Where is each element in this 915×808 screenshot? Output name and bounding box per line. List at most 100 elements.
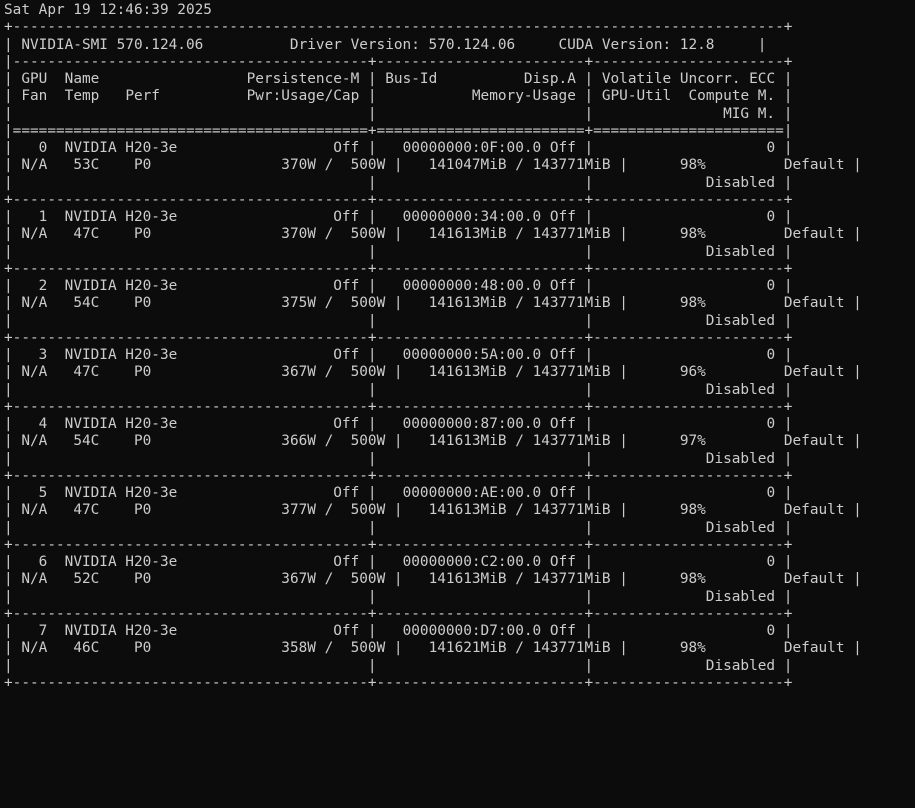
gpu-memory-used: 141613MiB — [428, 364, 507, 381]
gpu-perf: P0 — [133, 433, 152, 450]
gpu-temp: 46C — [73, 640, 100, 657]
table-separator: |---------------------------------------… — [4, 53, 793, 70]
gpu-bus-id: 00000000:34:00.0 — [402, 209, 542, 225]
gpu-disp: Off — [549, 485, 576, 501]
gpu-name: NVIDIA H20-3e — [64, 623, 178, 639]
gpu-mig: Disabled — [705, 588, 776, 605]
gpu-perf: P0 — [133, 157, 152, 174]
gpu-ecc: 0 — [766, 623, 776, 639]
gpu-memory-total: 143771MiB — [532, 364, 611, 381]
gpu-memory-used: 141621MiB — [428, 640, 507, 657]
gpu-index: 4 — [38, 416, 48, 432]
gpu-power-usage: 370W — [281, 226, 316, 243]
gpu-util: 97% — [679, 433, 706, 450]
gpu-compute-mode: Default — [783, 640, 845, 657]
gpu-bus-id: 00000000:D7:00.0 — [402, 623, 542, 639]
col-mig: MIG M. — [723, 105, 776, 122]
gpu-mig: Disabled — [705, 657, 776, 674]
gpu-temp: 53C — [73, 157, 100, 174]
table-border: +---------------------------------------… — [4, 191, 793, 208]
terminal-window[interactable]: Sat Apr 19 12:46:39 2025 +---------------… — [0, 0, 915, 808]
gpu-row: | N/A 54C P0 366W / 500W | 141613MiB / 1… — [4, 433, 862, 450]
gpu-power-usage: 375W — [281, 295, 316, 312]
gpu-mig: Disabled — [705, 519, 776, 536]
gpu-memory-total: 143771MiB — [532, 295, 611, 312]
gpu-fan: N/A — [21, 433, 48, 450]
gpu-name: NVIDIA H20-3e — [64, 209, 178, 225]
gpu-bus-id: 00000000:0F:00.0 — [402, 140, 542, 156]
gpu-power-cap: 500W — [350, 433, 386, 450]
gpu-compute-mode: Default — [783, 226, 845, 243]
gpu-row: | | | Disabled | — [4, 519, 793, 536]
gpu-mig: Disabled — [705, 381, 776, 398]
col-disp: Disp.A — [523, 71, 576, 87]
gpu-power-usage: 366W — [281, 433, 316, 450]
col-compute: Compute M. — [688, 88, 776, 105]
header-line: | NVIDIA-SMI 570.124.06 Driver Version: … — [4, 36, 767, 53]
gpu-mig: Disabled — [705, 243, 776, 260]
gpu-row: | | | Disabled | — [4, 450, 793, 467]
gpu-fan: N/A — [21, 640, 48, 657]
gpu-bus-id: 00000000:5A:00.0 — [402, 347, 542, 363]
gpu-persistence: Off — [333, 140, 360, 156]
gpu-persistence: Off — [333, 554, 360, 570]
gpu-util: 98% — [679, 502, 706, 519]
gpu-row: | N/A 47C P0 370W / 500W | 141613MiB / 1… — [4, 226, 862, 243]
gpu-memory-total: 143771MiB — [532, 502, 611, 519]
table-border: +---------------------------------------… — [4, 467, 793, 484]
gpu-util: 96% — [679, 364, 706, 381]
gpu-row: | | | Disabled | — [4, 174, 793, 191]
gpu-index: 3 — [38, 347, 48, 363]
gpu-memory-used: 141613MiB — [428, 502, 507, 519]
gpu-memory-total: 143771MiB — [532, 433, 611, 450]
gpu-row: | 0 NVIDIA H20-3e Off | 00000000:0F:00.0… — [4, 140, 793, 156]
gpu-fan: N/A — [21, 157, 48, 174]
gpu-compute-mode: Default — [783, 295, 845, 312]
gpu-memory-used: 141613MiB — [428, 226, 507, 243]
gpu-power-cap: 500W — [350, 364, 386, 381]
gpu-index: 0 — [38, 140, 48, 156]
gpu-util: 98% — [679, 295, 706, 312]
gpu-compute-mode: Default — [783, 433, 845, 450]
gpu-memory-total: 143771MiB — [532, 571, 611, 588]
gpu-perf: P0 — [133, 640, 152, 657]
gpu-perf: P0 — [133, 502, 152, 519]
gpu-row: | 2 NVIDIA H20-3e Off | 00000000:48:00.0… — [4, 278, 793, 294]
gpu-row: | N/A 52C P0 367W / 500W | 141613MiB / 1… — [4, 571, 862, 588]
driver-version: Driver Version: 570.124.06 — [289, 36, 516, 53]
gpu-row: | N/A 54C P0 375W / 500W | 141613MiB / 1… — [4, 295, 862, 312]
gpu-mig: Disabled — [705, 174, 776, 191]
gpu-disp: Off — [549, 416, 576, 432]
gpu-name: NVIDIA H20-3e — [64, 347, 178, 363]
gpu-compute-mode: Default — [783, 364, 845, 381]
gpu-memory-total: 143771MiB — [532, 226, 611, 243]
gpu-temp: 47C — [73, 226, 100, 243]
gpu-disp: Off — [549, 140, 576, 156]
gpu-ecc: 0 — [766, 278, 776, 294]
gpu-memory-used: 141613MiB — [428, 433, 507, 450]
gpu-row: | | | Disabled | — [4, 657, 793, 674]
gpu-mig: Disabled — [705, 450, 776, 467]
gpu-ecc: 0 — [766, 209, 776, 225]
gpu-index: 6 — [38, 554, 48, 570]
col-perf: Perf — [125, 88, 160, 105]
table-border: +---------------------------------------… — [4, 329, 793, 346]
gpu-bus-id: 00000000:C2:00.0 — [402, 554, 542, 570]
gpu-fan: N/A — [21, 502, 48, 519]
gpu-persistence: Off — [333, 416, 360, 432]
gpu-row: | 5 NVIDIA H20-3e Off | 00000000:AE:00.0… — [4, 485, 793, 501]
timestamp-line: Sat Apr 19 12:46:39 2025 — [4, 2, 862, 19]
table-border: +---------------------------------------… — [4, 605, 793, 622]
gpu-power-cap: 500W — [350, 502, 386, 519]
gpu-index: 1 — [38, 209, 48, 225]
gpu-row: | 1 NVIDIA H20-3e Off | 00000000:34:00.0… — [4, 209, 793, 225]
table-border: +---------------------------------------… — [4, 260, 793, 277]
gpu-memory-used: 141613MiB — [428, 571, 507, 588]
gpu-bus-id: 00000000:87:00.0 — [402, 416, 542, 432]
gpu-memory-total: 143771MiB — [532, 157, 611, 174]
gpu-row: | 3 NVIDIA H20-3e Off | 00000000:5A:00.0… — [4, 347, 793, 363]
gpu-index: 7 — [38, 623, 48, 639]
gpu-power-cap: 500W — [350, 571, 386, 588]
gpu-bus-id: 00000000:AE:00.0 — [402, 485, 542, 501]
gpu-index: 5 — [38, 485, 48, 501]
